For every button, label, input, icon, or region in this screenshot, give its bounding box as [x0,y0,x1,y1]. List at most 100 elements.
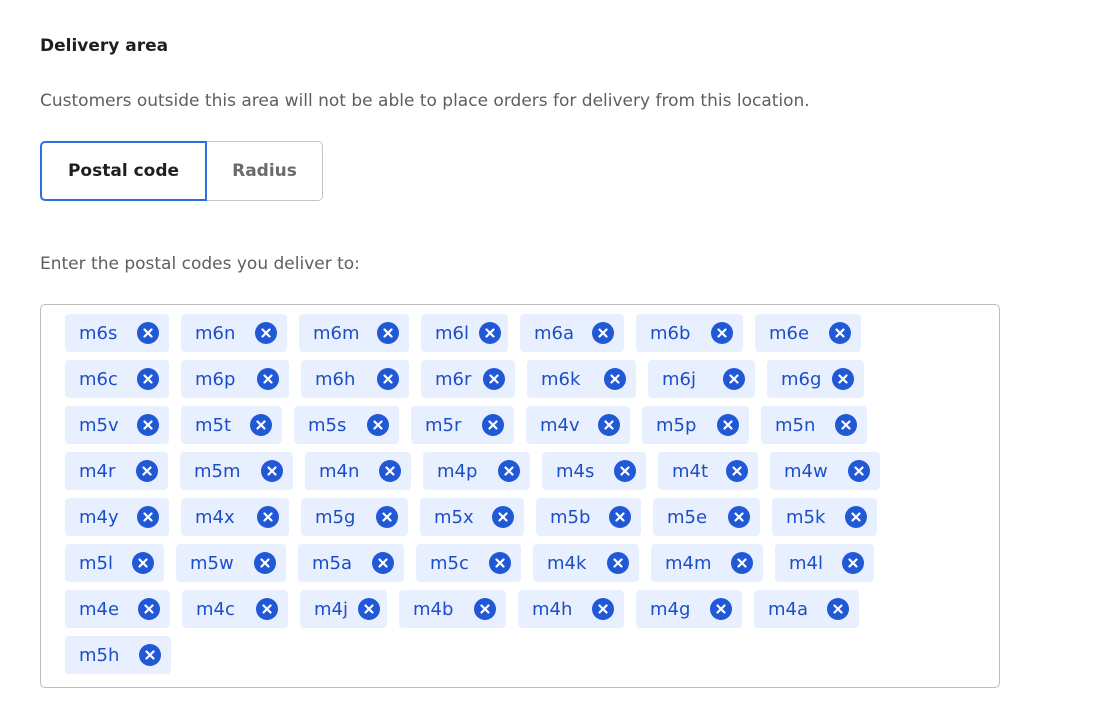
postal-code-chip-label: m5b [550,506,591,528]
remove-chip-close-circle-icon[interactable] [379,460,401,482]
remove-chip-close-circle-icon[interactable] [139,644,161,666]
remove-chip-close-circle-icon[interactable] [250,414,272,436]
remove-chip-close-circle-icon[interactable] [257,506,279,528]
remove-chip-close-circle-icon[interactable] [848,460,870,482]
remove-chip-close-circle-icon[interactable] [827,598,849,620]
postal-code-chip: m6n [181,314,287,352]
postal-code-chip-label: m6l [435,322,469,344]
postal-code-chip: m6l [421,314,508,352]
tab-radius[interactable]: Radius [207,141,323,201]
remove-chip-close-circle-icon[interactable] [138,598,160,620]
remove-chip-close-circle-icon[interactable] [592,322,614,344]
remove-chip-close-circle-icon[interactable] [254,552,276,574]
remove-chip-close-circle-icon[interactable] [377,322,399,344]
postal-code-chip: m4p [423,452,530,490]
postal-code-input[interactable]: m6s m6n m6m m6l m6a m6b m6e m6c m6p m6h m6r m6k m6j m… [40,304,1000,688]
postal-code-chip: m5a [298,544,404,582]
remove-chip-close-circle-icon[interactable] [132,552,154,574]
remove-chip-close-circle-icon[interactable] [474,598,496,620]
postal-code-chip: m5r [411,406,514,444]
postal-code-chip-label: m4t [672,460,709,482]
postal-code-chip: m5n [761,406,867,444]
postal-code-chip: m6r [421,360,515,398]
remove-chip-close-circle-icon[interactable] [489,552,511,574]
postal-code-chip: m6j [648,360,755,398]
remove-chip-close-circle-icon[interactable] [731,552,753,574]
remove-chip-close-circle-icon[interactable] [723,368,745,390]
remove-chip-close-circle-icon[interactable] [717,414,739,436]
remove-chip-close-circle-icon[interactable] [726,460,748,482]
remove-chip-close-circle-icon[interactable] [376,506,398,528]
remove-chip-close-circle-icon[interactable] [377,368,399,390]
remove-chip-close-circle-icon[interactable] [710,598,732,620]
postal-code-chip: m5m [180,452,293,490]
postal-code-chip-label: m6k [541,368,581,390]
postal-code-chip-label: m5n [775,414,816,436]
postal-code-chip-label: m4p [437,460,478,482]
postal-code-chip-label: m4c [196,598,235,620]
remove-chip-close-circle-icon[interactable] [498,460,520,482]
postal-code-chip-label: m6e [769,322,810,344]
postal-code-chip-label: m6c [79,368,118,390]
remove-chip-close-circle-icon[interactable] [372,552,394,574]
remove-chip-close-circle-icon[interactable] [367,414,389,436]
remove-chip-close-circle-icon[interactable] [358,598,380,620]
remove-chip-close-circle-icon[interactable] [479,322,501,344]
postal-code-chip-label: m4e [79,598,120,620]
postal-code-chip: m5x [420,498,524,536]
postal-code-chip-label: m4b [413,598,454,620]
remove-chip-close-circle-icon[interactable] [261,460,283,482]
remove-chip-close-circle-icon[interactable] [609,506,631,528]
postal-code-chip: m6h [301,360,409,398]
postal-code-chip-label: m5m [194,460,241,482]
remove-chip-close-circle-icon[interactable] [137,368,159,390]
remove-chip-close-circle-icon[interactable] [835,414,857,436]
postal-code-chip-label: m4h [532,598,573,620]
postal-code-chip-label: m4g [650,598,691,620]
remove-chip-close-circle-icon[interactable] [137,322,159,344]
postal-code-chip: m5w [176,544,286,582]
remove-chip-close-circle-icon[interactable] [492,506,514,528]
remove-chip-close-circle-icon[interactable] [257,368,279,390]
postal-code-chip: m5c [416,544,521,582]
postal-code-chip-label: m6h [315,368,356,390]
remove-chip-close-circle-icon[interactable] [829,322,851,344]
remove-chip-close-circle-icon[interactable] [842,552,864,574]
postal-code-chip: m6k [527,360,636,398]
postal-code-chip-label: m5e [667,506,708,528]
remove-chip-close-circle-icon[interactable] [256,598,278,620]
remove-chip-close-circle-icon[interactable] [592,598,614,620]
postal-code-chip: m4h [518,590,624,628]
postal-code-chip: m6b [636,314,743,352]
tab-postal-code[interactable]: Postal code [40,141,207,201]
remove-chip-close-circle-icon[interactable] [728,506,750,528]
remove-chip-close-circle-icon[interactable] [598,414,620,436]
remove-chip-close-circle-icon[interactable] [711,322,733,344]
postal-code-chip: m6s [65,314,169,352]
postal-code-chip: m4b [399,590,506,628]
remove-chip-close-circle-icon[interactable] [137,506,159,528]
postal-code-chip-label: m6m [313,322,360,344]
remove-chip-close-circle-icon[interactable] [614,460,636,482]
remove-chip-close-circle-icon[interactable] [832,368,854,390]
postal-code-chip: m5p [642,406,749,444]
remove-chip-close-circle-icon[interactable] [255,322,277,344]
postal-code-chip-label: m6n [195,322,236,344]
postal-code-chip: m4l [775,544,874,582]
postal-code-chip-label: m5v [79,414,119,436]
remove-chip-close-circle-icon[interactable] [607,552,629,574]
postal-code-chip-label: m6b [650,322,691,344]
remove-chip-close-circle-icon[interactable] [482,414,504,436]
postal-code-chip: m4a [754,590,859,628]
remove-chip-close-circle-icon[interactable] [604,368,626,390]
postal-code-chip-label: m4m [665,552,712,574]
remove-chip-close-circle-icon[interactable] [845,506,867,528]
remove-chip-close-circle-icon[interactable] [136,460,158,482]
postal-code-chip: m6m [299,314,409,352]
remove-chip-close-circle-icon[interactable] [483,368,505,390]
postal-code-chip-label: m5c [430,552,469,574]
chip-row: m4y m4x m5g m5x m5b m5e m5k [65,498,979,536]
postal-code-chip-label: m6a [534,322,575,344]
postal-code-chip: m4e [65,590,170,628]
remove-chip-close-circle-icon[interactable] [137,414,159,436]
